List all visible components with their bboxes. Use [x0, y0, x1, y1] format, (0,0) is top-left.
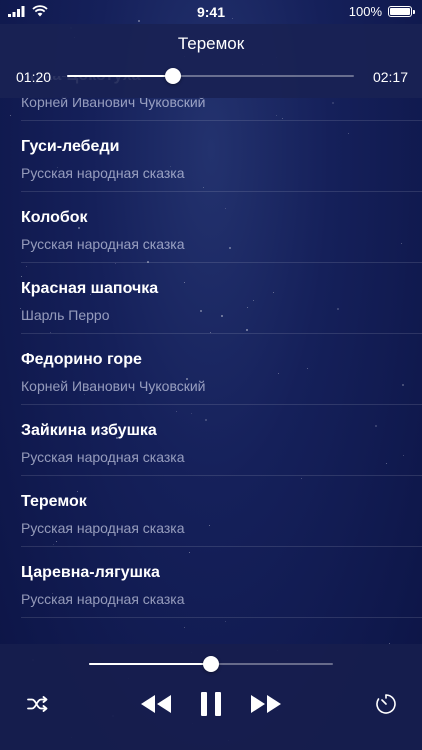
now-playing-header: Теремок 01:20 02:17 — [0, 24, 422, 98]
list-item[interactable]: Федорино горе Корней Иванович Чуковский — [21, 334, 422, 405]
story-title: Федорино горе — [21, 351, 142, 368]
sleep-timer-button[interactable] — [372, 692, 400, 720]
story-author: Русская народная сказка — [21, 236, 185, 252]
story-title: Царевна-лягушка — [21, 564, 160, 581]
story-list: Муха-ЦокотухаКорней Иванович ЧуковскийГу… — [0, 76, 422, 644]
list-item[interactable]: Царевна-лягушка Русская народная сказка — [21, 547, 422, 618]
progress-thumb[interactable] — [165, 68, 182, 84]
progress-slider[interactable] — [67, 68, 354, 84]
total-time: 02:17 — [372, 69, 408, 85]
shuffle-button[interactable] — [24, 694, 52, 718]
story-author: Русская народная сказка — [21, 591, 185, 607]
story-title: Теремок — [21, 493, 87, 510]
story-title: Красная шапочка — [21, 280, 159, 297]
volume-slider[interactable] — [89, 656, 333, 672]
fast-forward-button[interactable] — [248, 692, 284, 720]
list-item[interactable]: Колобок Русская народная сказка — [21, 192, 422, 263]
elapsed-time: 01:20 — [16, 69, 52, 85]
volume-thumb[interactable] — [203, 656, 219, 672]
story-title: Гуси-лебеди — [21, 138, 120, 155]
story-author: Корней Иванович Чуковский — [21, 378, 206, 394]
story-author: Русская народная сказка — [21, 449, 185, 465]
pause-button[interactable] — [196, 690, 226, 722]
progress-fill — [67, 75, 174, 77]
story-author: Русская народная сказка — [21, 165, 185, 181]
rewind-button[interactable] — [138, 692, 174, 720]
list-item[interactable]: Теремок Русская народная сказка — [21, 476, 422, 547]
shuffle-icon — [27, 695, 49, 717]
story-author: Шарль Перро — [21, 307, 110, 323]
player-controls — [0, 644, 422, 750]
pause-icon — [200, 691, 222, 722]
list-item[interactable]: Красная шапочка Шарль Перро — [21, 263, 422, 334]
story-title: Зайкина избушка — [21, 422, 157, 439]
story-author: Русская народная сказка — [21, 520, 185, 536]
list-item[interactable]: Зайкина избушка Русская народная сказка — [21, 405, 422, 476]
story-title: Колобок — [21, 209, 88, 226]
fast-forward-icon — [250, 694, 282, 719]
status-bar: 9:41 100% — [0, 0, 422, 24]
rewind-icon — [140, 694, 172, 719]
volume-fill — [89, 663, 211, 665]
timer-icon — [374, 692, 398, 721]
now-playing-title: Теремок — [177, 34, 245, 53]
battery-icon — [388, 6, 415, 17]
battery-percentage: 100% — [348, 4, 382, 19]
list-item[interactable]: Гуси-лебеди Русская народная сказка — [21, 121, 422, 192]
